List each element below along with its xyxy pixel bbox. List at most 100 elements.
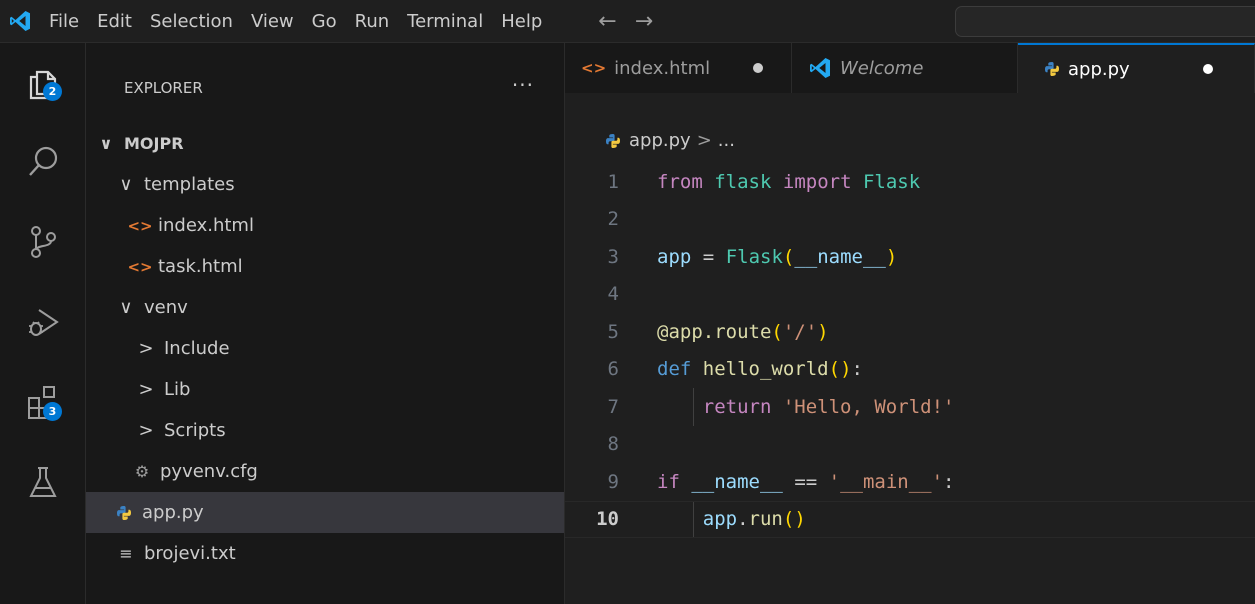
tree-folder-scripts[interactable]: > Scripts <box>86 410 564 451</box>
unsaved-dot-icon[interactable] <box>753 63 763 73</box>
tab-label: index.html <box>614 57 711 79</box>
tree-item-label: MOJPR <box>124 134 184 153</box>
tab-index-html[interactable]: <> index.html <box>565 43 792 93</box>
code-line: 4 <box>565 276 1255 314</box>
tab-app-py[interactable]: app.py <box>1018 43 1255 93</box>
explorer-badge: 2 <box>43 82 62 101</box>
indent-guide <box>693 388 694 426</box>
chevron-right-icon: > <box>138 420 154 441</box>
chevron-right-icon: > <box>138 338 154 359</box>
breadcrumb-symbols[interactable]: ... <box>718 130 735 151</box>
vscode-logo-icon <box>808 56 832 80</box>
source-control-activity[interactable] <box>18 217 68 267</box>
python-file-icon <box>605 133 621 149</box>
code-text: @app.route('/') <box>657 320 829 343</box>
tree-item-label: Lib <box>164 379 191 400</box>
code-text: return 'Hello, World!' <box>702 395 955 418</box>
tab-welcome[interactable]: Welcome <box>792 43 1018 93</box>
code-line: 7 return 'Hello, World!' <box>565 388 1255 426</box>
tree-item-label: Scripts <box>164 420 226 441</box>
back-arrow-icon[interactable]: ← <box>589 9 625 34</box>
tree-folder-templates[interactable]: ∨ templates <box>86 164 564 205</box>
line-number: 8 <box>607 433 619 456</box>
tree-root-mojpr[interactable]: ∨ MOJPR <box>86 123 564 164</box>
source-control-icon <box>31 226 56 258</box>
explorer-header: EXPLORER ··· <box>86 43 564 135</box>
code-line-current: 10 app.run() <box>565 500 1255 538</box>
code-editor[interactable]: 1 from flask import Flask 2 3 app = Flas… <box>565 163 1255 538</box>
breadcrumb-file[interactable]: app.py <box>629 130 691 151</box>
tree-file-pyvenv-cfg[interactable]: ⚙ pyvenv.cfg <box>86 451 564 492</box>
extensions-badge: 3 <box>43 402 62 421</box>
tree-file-task-html[interactable]: <> task.html <box>86 246 564 287</box>
tree-file-index-html[interactable]: <> index.html <box>86 205 564 246</box>
menu-selection[interactable]: Selection <box>141 0 242 43</box>
html-file-icon: <> <box>127 257 153 276</box>
forward-arrow-icon[interactable]: → <box>626 9 662 34</box>
code-line: 9 if __name__ == '__main__': <box>565 463 1255 501</box>
tree-file-app-py[interactable]: app.py <box>86 492 564 533</box>
chevron-down-icon: ∨ <box>99 134 113 153</box>
unsaved-dot-icon[interactable] <box>1203 64 1213 74</box>
command-center-search[interactable] <box>955 6 1255 37</box>
line-number: 3 <box>607 245 619 268</box>
extensions-activity[interactable]: 3 <box>18 377 68 427</box>
menu-run[interactable]: Run <box>346 0 399 43</box>
tree-item-label: templates <box>144 174 235 195</box>
html-file-icon: <> <box>581 59 607 77</box>
menu-file[interactable]: File <box>40 0 88 43</box>
code-line: 8 <box>565 426 1255 464</box>
file-tree: ∨ MOJPR ∨ templates <> index.html <> tas… <box>86 123 564 574</box>
code-text: app.run() <box>702 508 806 531</box>
explorer-title: EXPLORER <box>124 79 203 97</box>
code-line: 5 @app.route('/') <box>565 313 1255 351</box>
menu-view[interactable]: View <box>242 0 303 43</box>
run-debug-activity[interactable] <box>18 297 68 347</box>
tree-item-label: pyvenv.cfg <box>160 461 258 482</box>
flask-icon <box>29 467 57 497</box>
line-number: 7 <box>607 395 619 418</box>
menu-terminal[interactable]: Terminal <box>398 0 492 43</box>
editor-area: <> index.html Welcome app.py app.py > ..… <box>565 43 1255 604</box>
tree-item-label: venv <box>144 297 188 318</box>
tree-item-label: task.html <box>158 256 243 277</box>
activity-bar: 2 3 <box>0 43 86 604</box>
chevron-down-icon: ∨ <box>119 174 133 195</box>
code-line: 3 app = Flask(__name__) <box>565 238 1255 276</box>
line-number: 10 <box>596 508 619 531</box>
menu-edit[interactable]: Edit <box>88 0 141 43</box>
line-number: 4 <box>607 283 619 306</box>
editor-tabs: <> index.html Welcome app.py <box>565 43 1255 93</box>
indent-guide <box>693 501 694 537</box>
more-actions-button[interactable]: ··· <box>512 73 534 97</box>
explorer-sidebar: EXPLORER ··· ∨ MOJPR ∨ templates <> inde… <box>86 43 565 604</box>
line-number: 9 <box>607 470 619 493</box>
tree-file-brojevi-txt[interactable]: ≡ brojevi.txt <box>86 533 564 574</box>
tree-folder-lib[interactable]: > Lib <box>86 369 564 410</box>
menu-bar: File Edit Selection View Go Run Terminal… <box>40 0 551 43</box>
code-line: 2 <box>565 201 1255 239</box>
run-debug-icon <box>29 309 59 336</box>
tree-item-label: app.py <box>142 502 204 523</box>
code-text: def hello_world(): <box>657 358 863 381</box>
tree-item-label: index.html <box>158 215 254 236</box>
testing-activity[interactable] <box>18 457 68 507</box>
html-file-icon: <> <box>127 216 153 235</box>
breadcrumb: app.py > ... <box>605 130 735 151</box>
code-line: 1 from flask import Flask <box>565 163 1255 201</box>
explorer-activity[interactable]: 2 <box>18 57 68 107</box>
search-icon <box>29 146 58 176</box>
code-text: from flask import Flask <box>657 170 921 193</box>
tree-folder-include[interactable]: > Include <box>86 328 564 369</box>
vscode-logo-icon <box>0 0 40 43</box>
gear-icon: ⚙ <box>134 462 150 481</box>
menu-go[interactable]: Go <box>303 0 346 43</box>
menu-help[interactable]: Help <box>492 0 551 43</box>
code-line: 6 def hello_world(): <box>565 351 1255 389</box>
line-number: 5 <box>607 320 619 343</box>
code-text: app = Flask(__name__) <box>657 245 898 268</box>
text-file-icon: ≡ <box>119 544 133 563</box>
search-activity[interactable] <box>18 137 68 187</box>
tree-folder-venv[interactable]: ∨ venv <box>86 287 564 328</box>
tab-label: Welcome <box>840 57 924 79</box>
